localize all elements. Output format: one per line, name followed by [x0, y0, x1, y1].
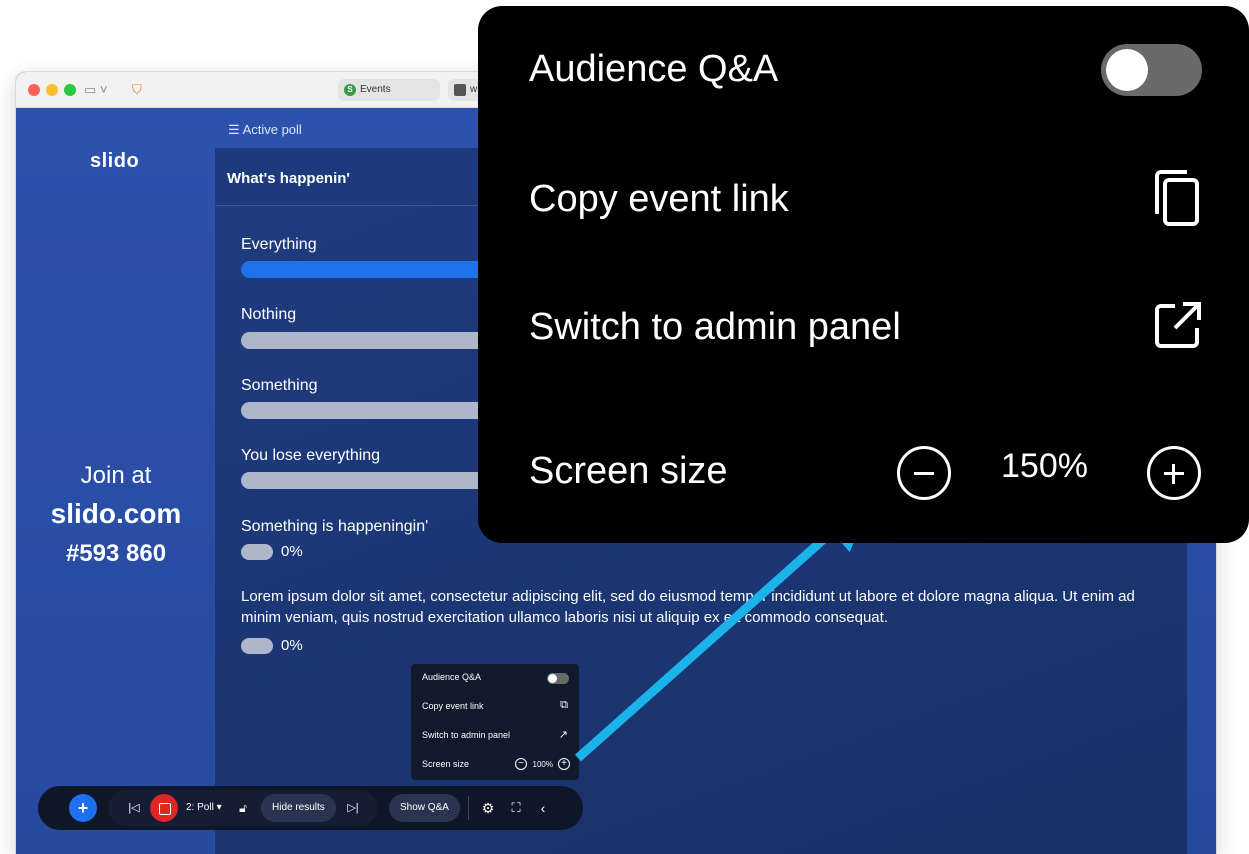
- poll-option-bar: [241, 638, 273, 654]
- poll-selector[interactable]: 2: Poll ▾: [186, 794, 222, 822]
- slido-logo: slido: [90, 150, 140, 172]
- menu-item-audience-qa[interactable]: Audience Q&A: [478, 6, 1249, 134]
- sidebar-toggle-icon[interactable]: ▭ ˅: [84, 80, 108, 100]
- join-at-text: Join at: [80, 462, 152, 489]
- menu-item-copy-link[interactable]: Copy event link ⧉: [411, 693, 579, 722]
- shield-icon[interactable]: ⛉: [132, 80, 142, 100]
- unlock-icon[interactable]: 🔓︎: [234, 794, 252, 822]
- screenshot-stage: ▭ ˅ ⛉ S Events w slido Join at slido.com…: [0, 0, 1249, 854]
- menu-item-screen-size: Screen size − 100% +: [411, 751, 579, 780]
- poll-option-label: You lose everything: [241, 447, 381, 464]
- page-favicon-icon: [454, 84, 466, 96]
- poll-option-label: Everything: [241, 236, 317, 253]
- close-window-button[interactable]: [28, 84, 40, 96]
- zoom-out-icon[interactable]: [897, 446, 951, 500]
- list-icon: ☰: [228, 122, 243, 137]
- poll-option-percent: 0%: [281, 637, 303, 654]
- poll-option-percent: 0%: [281, 543, 303, 560]
- gear-icon[interactable]: ⚙: [478, 794, 498, 822]
- poll-option-label: Something is happeningin': [241, 518, 429, 535]
- menu-item-label: Audience Q&A: [422, 672, 482, 682]
- poll-selector-label: 2: Poll: [186, 802, 214, 813]
- menu-item-label: Switch to admin panel: [529, 306, 901, 348]
- add-button[interactable]: +: [69, 794, 97, 822]
- external-link-icon: ↗: [558, 729, 568, 741]
- slido-favicon-icon: S: [344, 84, 356, 96]
- poll-option-label: Nothing: [241, 306, 297, 323]
- zoom-in-icon[interactable]: [1147, 446, 1201, 500]
- presenter-control-bar: + |◁ 2: Poll ▾ 🔓︎ Hide results ▷| Show Q…: [38, 786, 583, 830]
- audience-qa-toggle[interactable]: [547, 673, 569, 684]
- stop-button[interactable]: [150, 794, 178, 822]
- zoom-level: 150%: [1001, 447, 1088, 485]
- event-code: #593 860: [65, 540, 167, 567]
- menu-item-label: Copy event link: [529, 178, 789, 220]
- menu-item-label: Audience Q&A: [529, 48, 779, 90]
- settings-menu-zoomed: Audience Q&A Copy event link Switch to a…: [478, 6, 1249, 543]
- menu-item-copy-link[interactable]: Copy event link: [478, 134, 1249, 262]
- menu-item-switch-admin[interactable]: Switch to admin panel ↗: [411, 722, 579, 751]
- next-icon[interactable]: ▷|: [344, 794, 362, 822]
- audience-qa-toggle[interactable]: [1101, 44, 1202, 96]
- active-poll-label: ☰ Active poll: [228, 122, 302, 138]
- copy-icon: [1155, 170, 1199, 226]
- zoom-level: 100%: [532, 760, 553, 769]
- tab-events[interactable]: S Events: [338, 79, 440, 101]
- tab-label: w: [470, 84, 478, 95]
- active-poll-text: Active poll: [242, 122, 302, 137]
- menu-item-audience-qa[interactable]: Audience Q&A: [411, 664, 579, 693]
- menu-item-label: Copy event link: [422, 701, 484, 711]
- hide-results-button[interactable]: Hide results: [261, 794, 336, 822]
- show-qa-button[interactable]: Show Q&A: [389, 794, 460, 822]
- menu-item-label: Screen size: [422, 759, 470, 769]
- menu-item-switch-admin[interactable]: Switch to admin panel: [478, 262, 1249, 390]
- menu-item-screen-size: Screen size: [478, 390, 1249, 518]
- join-url: slido.com: [50, 498, 182, 529]
- poll-option-label: Lorem ipsum dolor sit amet, consectetur …: [241, 588, 1135, 626]
- poll-option-label: Something: [241, 377, 318, 394]
- toolbar-divider: [468, 796, 469, 820]
- maximize-window-button[interactable]: [64, 84, 76, 96]
- minimize-window-button[interactable]: [46, 84, 58, 96]
- poll-option-bar: [241, 544, 273, 560]
- tab-label: Events: [360, 84, 391, 95]
- caret-down-icon: ▾: [213, 802, 222, 813]
- menu-item-label: Screen size: [529, 450, 728, 492]
- collapse-icon[interactable]: ‹: [534, 794, 552, 822]
- poll-title: What's happenin': [227, 170, 350, 187]
- zoom-in-icon[interactable]: +: [558, 758, 570, 770]
- menu-item-label: Switch to admin panel: [422, 730, 511, 740]
- settings-menu-small: Audience Q&A Copy event link ⧉ Switch to…: [411, 664, 579, 780]
- external-link-icon: [1155, 302, 1201, 348]
- fullscreen-icon[interactable]: ⛶: [506, 794, 526, 822]
- zoom-out-icon[interactable]: −: [515, 758, 527, 770]
- copy-icon: ⧉: [560, 699, 568, 711]
- previous-icon[interactable]: |◁: [124, 794, 144, 822]
